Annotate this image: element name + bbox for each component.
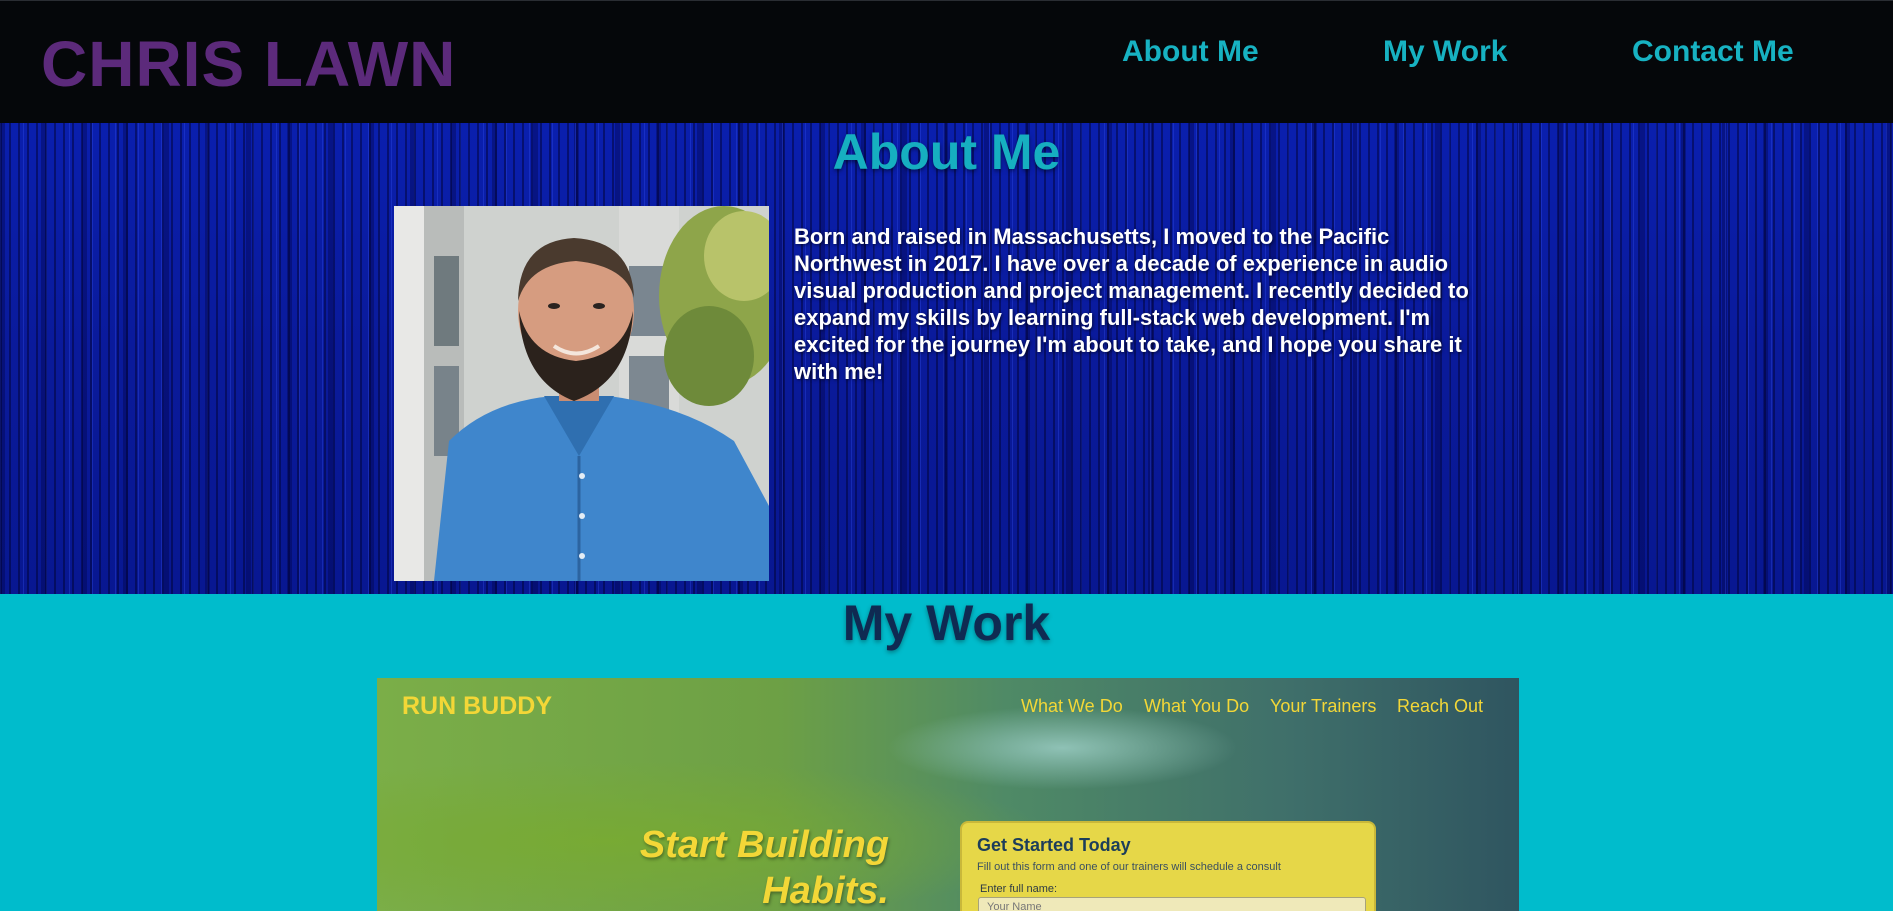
project-signup-form: Get Started Today Fill out this form and… [960, 821, 1376, 911]
nav-link-contact-me[interactable]: Contact Me [1632, 35, 1794, 69]
site-header: CHRIS LAWN About Me My Work Contact Me [0, 0, 1893, 123]
site-brand[interactable]: CHRIS LAWN [41, 27, 456, 101]
project-nav-item: What You Do [1144, 696, 1250, 716]
profile-photo-icon [394, 206, 769, 581]
project-hero-line: Habits. [762, 870, 889, 911]
project-name-input: Your Name [978, 897, 1366, 911]
project-run-buddy[interactable]: RUN BUDDY What We Do What You Do Your Tr… [377, 678, 1519, 911]
project-nav-item: Reach Out [1397, 696, 1484, 716]
project-hero-text: Start Building Habits. [640, 822, 889, 911]
nav-link-my-work[interactable]: My Work [1383, 35, 1507, 69]
work-title: My Work [842, 595, 1051, 651]
profile-photo [394, 206, 769, 581]
project-nav-item: What We Do [1021, 696, 1123, 716]
project-hero-line: Start Building [639, 824, 889, 866]
project-form-label: Enter full name: [980, 883, 1058, 895]
about-title: About Me [832, 124, 1061, 180]
about-description: Born and raised in Massachusetts, I move… [794, 224, 1469, 384]
project-nav-item: Your Trainers [1270, 696, 1377, 716]
project-form-subtitle: Fill out this form and one of our traine… [977, 861, 1281, 873]
project-form-title: Get Started Today [977, 835, 1131, 855]
work-section: My Work RUN BUDDY What We Do What You Do… [0, 594, 1893, 911]
project-brand: RUN BUDDY [402, 692, 552, 720]
about-section: About Me Born and raised in Massachusett… [0, 123, 1893, 594]
nav-link-about-me[interactable]: About Me [1122, 35, 1259, 69]
